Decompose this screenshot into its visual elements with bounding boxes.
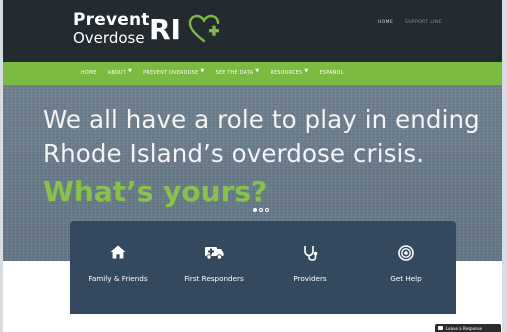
nav-item-resources[interactable]: RESOURCES ▼: [270, 68, 309, 76]
feedback-label: Leave a Response: [446, 325, 483, 331]
nav-item-label: RESOURCES: [270, 71, 303, 76]
utility-link-home[interactable]: HOME: [378, 20, 393, 25]
audience-label: Family & Friends: [88, 274, 148, 283]
heart-plus-icon: [188, 14, 220, 43]
logo-line-1: Prevent: [73, 10, 150, 30]
chat-icon: [438, 326, 443, 330]
audience-first-responders[interactable]: First Responders: [166, 221, 262, 314]
nav-item-label: HOME: [81, 71, 97, 76]
logo-mark: RI: [149, 13, 181, 46]
audience-panel: Family & Friends First Responders Provid…: [70, 221, 456, 314]
utility-link-support[interactable]: SUPPORT LINE: [405, 20, 442, 25]
nav-item-label: SEE THE DATA: [215, 71, 254, 76]
utility-links: HOME SUPPORT LINE: [368, 20, 442, 25]
audience-label: Get Help: [390, 274, 422, 283]
audience-label: First Responders: [184, 274, 244, 283]
home-icon: [110, 245, 126, 259]
slider-dots: [253, 208, 271, 212]
slider-dot[interactable]: [259, 208, 263, 212]
slider-dot[interactable]: [265, 208, 269, 212]
stethoscope-icon: [304, 246, 318, 261]
logo-line-2: Overdose: [73, 29, 145, 47]
nav-item-label: ABOUT: [107, 71, 126, 76]
caret-down-icon: ▼: [200, 68, 205, 74]
nav-item-see-the-data[interactable]: SEE THE DATA ▼: [215, 68, 260, 76]
main-nav: HOME ABOUT ▼ PREVENT OVERDOSE ▼ SEE THE DATA ▼…: [3, 62, 502, 85]
audience-family-friends[interactable]: Family & Friends: [70, 221, 166, 314]
nav-item-label: PREVENT OVERDOSE: [143, 71, 199, 76]
page: Prevent Overdose RI HOME SUPPORT LINE HO…: [3, 0, 502, 332]
hero-headline-1: We all have a role to play in ending: [43, 105, 480, 134]
nav-item-español[interactable]: ESPAÑOL: [320, 71, 344, 76]
caret-down-icon: ▼: [127, 68, 133, 74]
audience-get-help[interactable]: Get Help: [358, 221, 454, 314]
hero-cta: What’s yours?: [43, 175, 268, 208]
nav-item-label: ESPAÑOL: [319, 71, 344, 76]
slider-dot[interactable]: [253, 208, 257, 212]
nav-item-prevent-overdose[interactable]: PREVENT OVERDOSE ▼: [143, 68, 205, 76]
nav-item-home[interactable]: HOME: [81, 71, 97, 76]
caret-down-icon: ▼: [255, 68, 260, 74]
feedback-tab[interactable]: Leave a Response: [435, 324, 501, 332]
nav-item-about[interactable]: ABOUT ▼: [107, 68, 133, 76]
ambulance-icon: [205, 247, 224, 260]
caret-down-icon: ▼: [304, 68, 309, 74]
audience-label: Providers: [293, 274, 327, 283]
hero-headline-2: Rhode Island’s overdose crisis.: [43, 139, 425, 168]
header: Prevent Overdose RI HOME SUPPORT LINE: [3, 0, 502, 62]
target-icon: [398, 245, 414, 261]
audience-providers[interactable]: Providers: [262, 221, 358, 314]
